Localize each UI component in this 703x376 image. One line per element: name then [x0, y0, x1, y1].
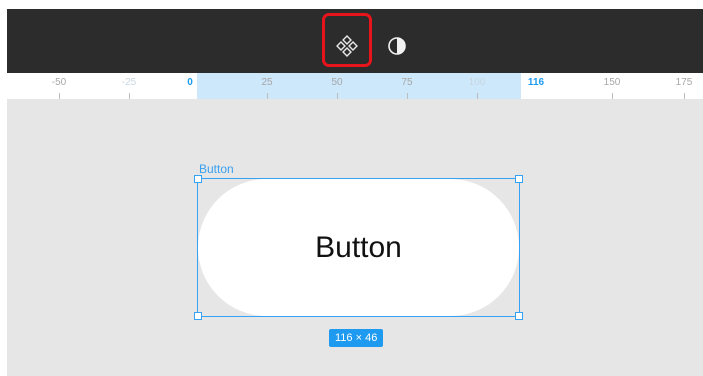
selected-button-frame[interactable]: Button	[194, 175, 523, 320]
ruler-tick-label: 175	[675, 77, 693, 88]
dimension-badge: 116 × 46	[329, 329, 384, 347]
contrast-half-moon-icon	[388, 37, 406, 55]
ruler-tick-label: 25	[261, 77, 273, 88]
horizontal-ruler: -50 -25 0 25 50 75 100 116 150 175	[7, 73, 703, 99]
ruler-tick-label: 75	[401, 77, 413, 88]
button-component[interactable]: Button	[198, 179, 519, 316]
ruler-tick-label: 0	[187, 77, 193, 88]
resize-handle-bottom-right[interactable]	[515, 312, 523, 320]
top-toolbar	[7, 9, 703, 73]
editor-frame: -50 -25 0 25 50 75 100 116 150 175 Butto…	[7, 9, 703, 376]
resize-handle-top-right[interactable]	[515, 175, 523, 183]
ruler-tick-label: -25	[121, 77, 137, 88]
resize-handle-bottom-left[interactable]	[194, 312, 202, 320]
theme-toggle-button[interactable]	[382, 31, 412, 61]
layer-name-label[interactable]: Button	[199, 162, 234, 176]
ruler-tick-label: -50	[51, 77, 67, 88]
components-button[interactable]	[332, 31, 362, 61]
components-diamond-icon	[336, 35, 358, 57]
ruler-tick-label: 150	[603, 77, 621, 88]
ruler-tick-label: 100	[468, 77, 486, 88]
button-label: Button	[315, 230, 402, 264]
ruler-tick-label: 50	[331, 77, 343, 88]
resize-handle-top-left[interactable]	[194, 175, 202, 183]
ruler-tick-label: 116	[527, 77, 545, 88]
